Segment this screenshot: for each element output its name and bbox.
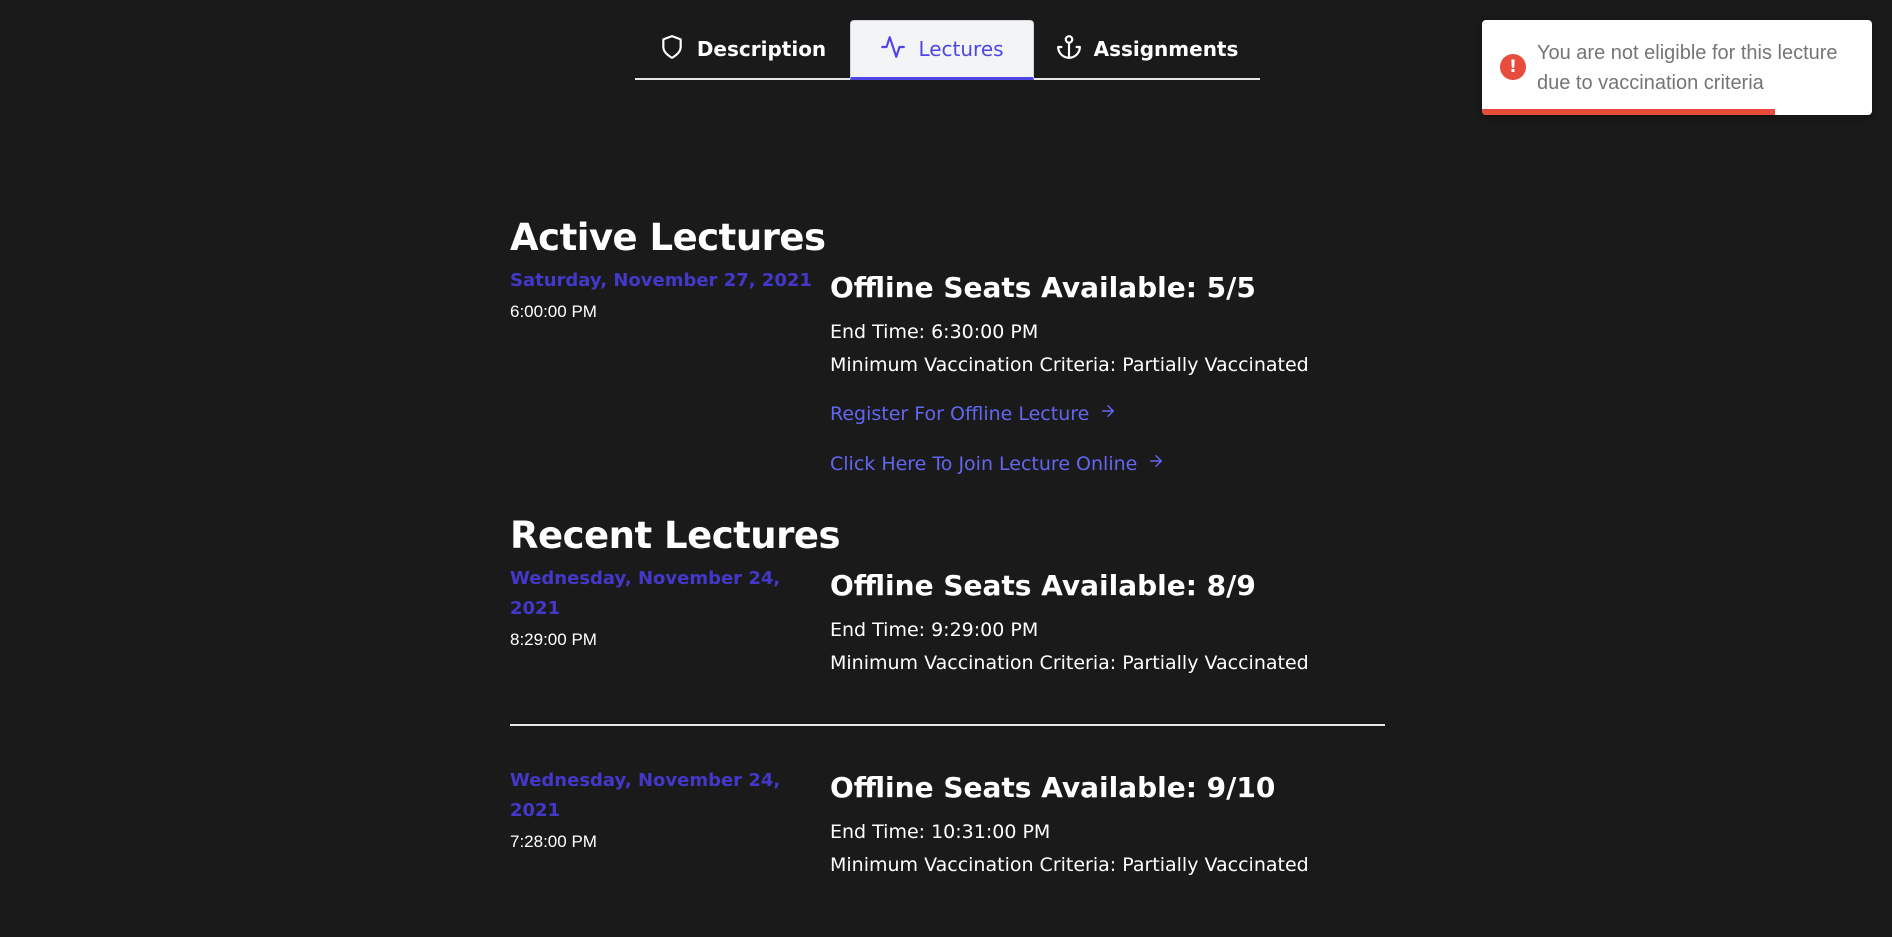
arrow-right-icon: [1099, 398, 1117, 431]
lectures-content: Active Lectures Saturday, November 27, 2…: [510, 210, 1385, 892]
offline-seats: Offline Seats Available: 5/5: [830, 271, 1256, 304]
lecture-end-time: End Time: 6:30:00 PM: [830, 321, 1039, 343]
lecture-end-time: End Time: 10:31:00 PM: [830, 821, 1051, 843]
vaccination-criteria: Minimum Vaccination Criteria: Partially …: [830, 652, 1309, 674]
join-online-link[interactable]: Click Here To Join Lecture Online: [830, 448, 1165, 481]
lecture-item: Wednesday, November 24, 2021 8:29:00 PM …: [510, 564, 1385, 690]
active-lectures-title: Active Lectures: [510, 216, 826, 259]
lecture-item: Saturday, November 27, 2021 6:00:00 PM O…: [510, 266, 1385, 508]
register-offline-label: Register For Offline Lecture: [830, 403, 1090, 425]
activity-icon: [880, 34, 906, 65]
vaccination-criteria: Minimum Vaccination Criteria: Partially …: [830, 354, 1309, 376]
tab-assignments-label: Assignments: [1093, 37, 1239, 61]
lecture-start-time: 7:28:00 PM: [510, 832, 597, 851]
arrow-right-icon: [1147, 448, 1165, 481]
tab-description[interactable]: Description: [635, 20, 850, 78]
recent-lectures-title: Recent Lectures: [510, 514, 841, 557]
join-online-label: Click Here To Join Lecture Online: [830, 453, 1138, 475]
tab-assignments[interactable]: Assignments: [1034, 20, 1260, 78]
register-offline-link[interactable]: Register For Offline Lecture: [830, 398, 1117, 431]
tab-lectures[interactable]: Lectures: [850, 20, 1034, 80]
tab-lectures-label: Lectures: [918, 37, 1004, 61]
lecture-date: Saturday, November 27, 2021: [510, 270, 812, 291]
offline-seats: Offline Seats Available: 9/10: [830, 771, 1276, 804]
tab-description-label: Description: [696, 37, 827, 61]
page: Description Lectures Assignments ! You a…: [0, 0, 1892, 937]
lecture-item: Wednesday, November 24, 2021 7:28:00 PM …: [510, 766, 1385, 892]
lecture-date: Wednesday, November 24, 2021: [510, 568, 781, 619]
shield-icon: [659, 34, 685, 65]
lecture-start-time: 8:29:00 PM: [510, 630, 597, 649]
toast-progress-bar: [1482, 109, 1775, 115]
offline-seats: Offline Seats Available: 8/9: [830, 569, 1256, 602]
error-icon: !: [1500, 54, 1526, 80]
tab-bar: Description Lectures Assignments: [635, 20, 1260, 80]
vaccination-criteria: Minimum Vaccination Criteria: Partially …: [830, 854, 1309, 876]
error-toast[interactable]: ! You are not eligible for this lecture …: [1482, 20, 1872, 115]
lecture-end-time: End Time: 9:29:00 PM: [830, 619, 1039, 641]
lecture-start-time: 6:00:00 PM: [510, 302, 597, 321]
anchor-icon: [1056, 34, 1082, 65]
lecture-divider: [510, 724, 1385, 726]
toast-message: You are not eligible for this lecture du…: [1537, 42, 1838, 94]
lecture-date: Wednesday, November 24, 2021: [510, 770, 781, 821]
